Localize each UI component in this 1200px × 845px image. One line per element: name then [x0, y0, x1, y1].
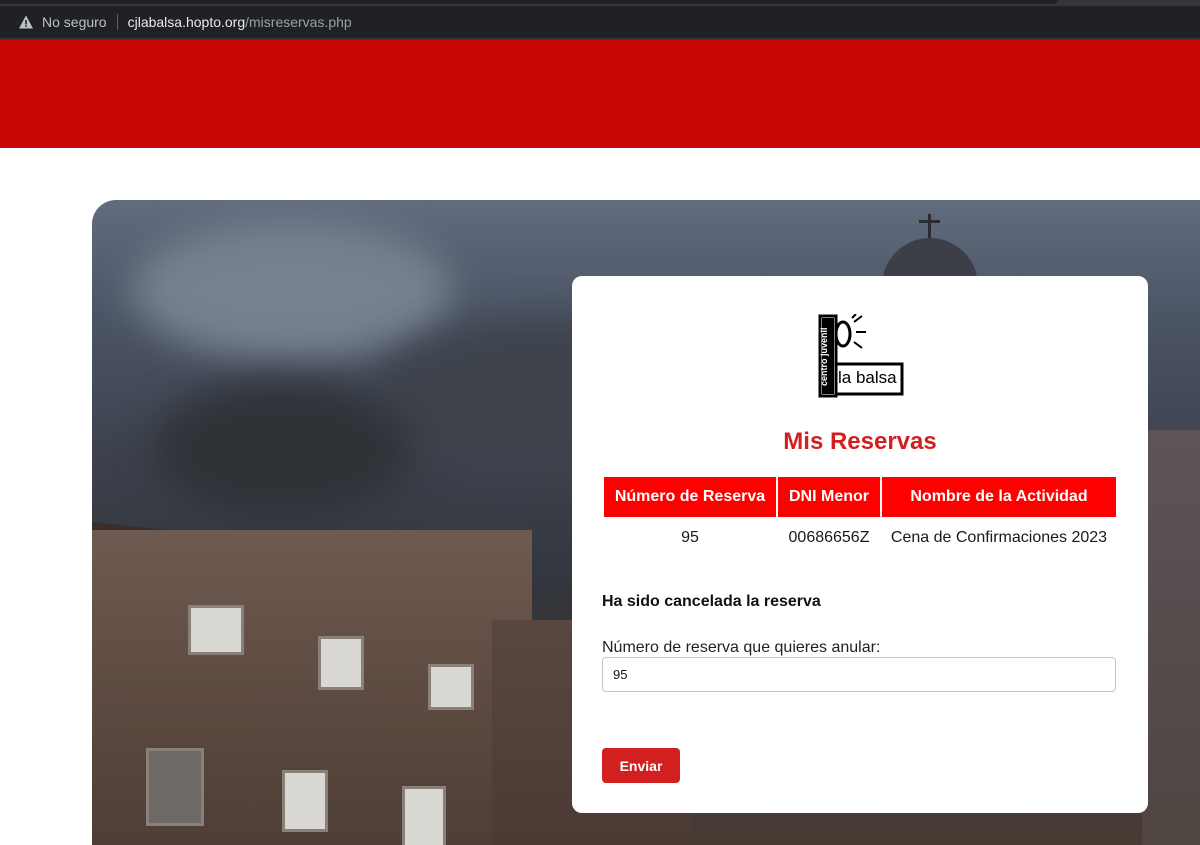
reservation-number-input[interactable] — [602, 657, 1116, 692]
logo-text-vertical: centro juvenil — [819, 327, 829, 386]
security-status-label[interactable]: No seguro — [42, 14, 107, 30]
submit-button[interactable]: Enviar — [602, 748, 680, 783]
page-title: Mis Reservas — [783, 428, 937, 455]
logo-text-main: la balsa — [838, 368, 897, 387]
building-window — [402, 786, 446, 845]
column-header-dni: DNI Menor — [778, 477, 880, 517]
column-header-reservation-number: Número de Reserva — [604, 477, 776, 517]
status-message: Ha sido cancelada la reserva — [602, 593, 821, 610]
column-header-activity-name: Nombre de la Actividad — [882, 477, 1116, 517]
cell-dni: 00686656Z — [788, 529, 870, 546]
cell-activity-name: Cena de Confirmaciones 2023 — [890, 529, 1108, 546]
tab-strip — [0, 0, 1058, 4]
cloud — [132, 220, 452, 360]
cloud — [152, 380, 412, 520]
address-bar[interactable]: No seguro cjlabalsa.hopto.org/misreserva… — [0, 6, 1200, 38]
reservations-card: centro juvenil la balsa Mis Reservas Núm… — [572, 276, 1148, 813]
church-tower — [1142, 430, 1200, 845]
url-path[interactable]: /misreservas.php — [245, 14, 352, 30]
warning-triangle-icon[interactable] — [18, 14, 34, 30]
reservation-number-label: Número de reserva que quieres anular: — [602, 639, 881, 656]
building-window — [282, 770, 328, 832]
cell-reservation-number: 95 — [681, 529, 699, 546]
address-separator — [116, 14, 118, 30]
building-window — [428, 664, 474, 710]
building-window — [318, 636, 364, 690]
cross-icon — [928, 214, 931, 240]
browser-toolbar: No seguro cjlabalsa.hopto.org/misreserva… — [0, 0, 1200, 40]
reservations-table: Número de Reserva DNI Menor Nombre de la… — [602, 477, 1118, 559]
url-host[interactable]: cjlabalsa.hopto.org — [128, 14, 246, 30]
site-header — [0, 40, 1200, 148]
building-window — [146, 748, 204, 826]
table-row: 95 00686656Z Cena de Confirmaciones 2023 — [604, 517, 1116, 559]
table-header-row: Número de Reserva DNI Menor Nombre de la… — [604, 477, 1116, 517]
building-window — [188, 605, 244, 655]
cross-bar — [919, 220, 940, 223]
